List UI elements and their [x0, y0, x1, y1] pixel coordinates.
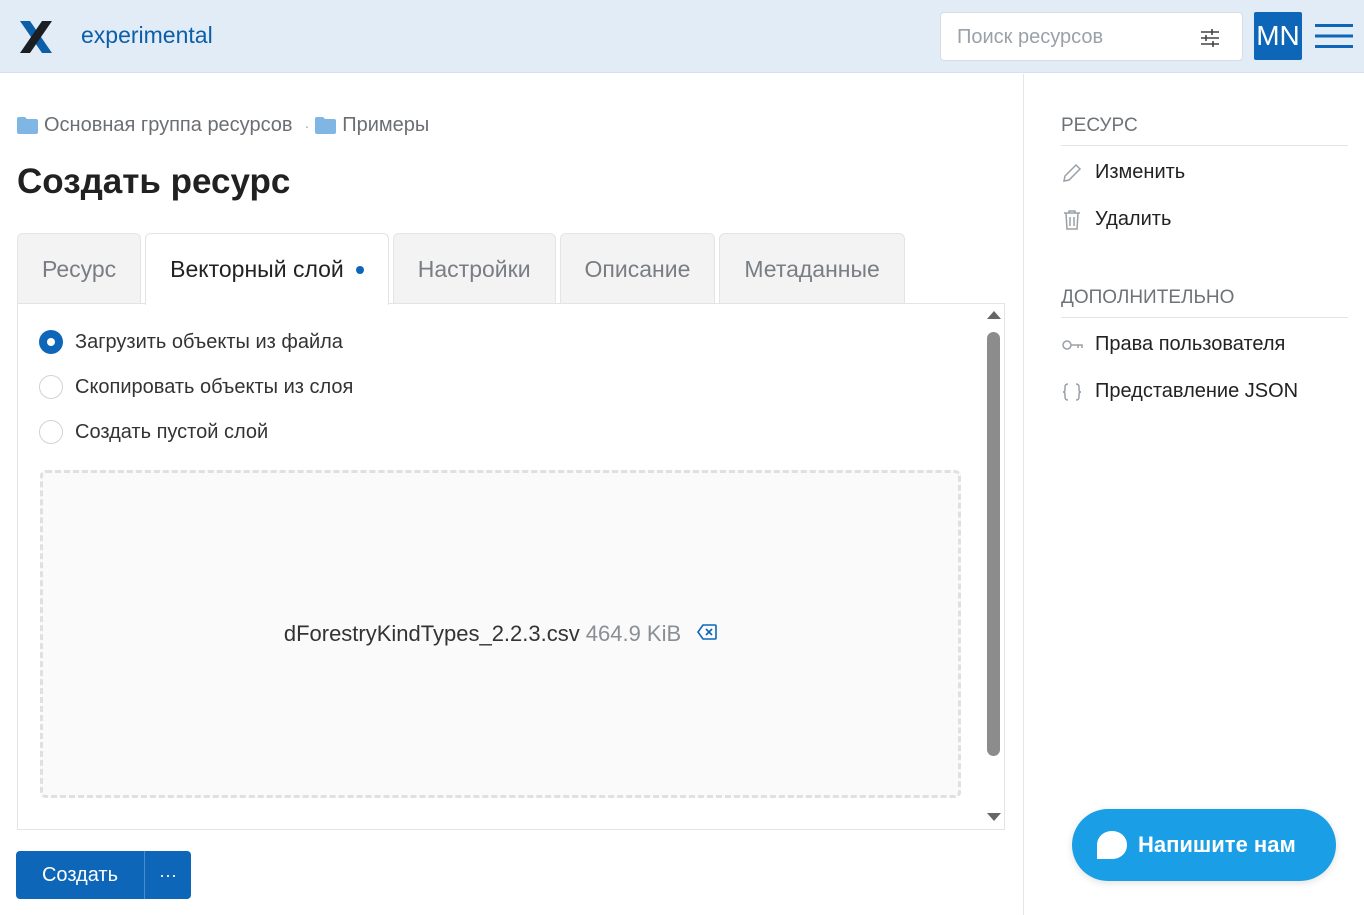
- tab-label: Ресурс: [42, 255, 117, 282]
- scroll-up-arrow-icon[interactable]: [986, 310, 1002, 320]
- breadcrumb-label: Примеры: [342, 114, 430, 136]
- uploaded-file: dForestryKindTypes_2.2.3.csv 464.9 KiB: [284, 621, 717, 647]
- braces-icon: [1062, 382, 1082, 401]
- create-button-group: Создать ···: [16, 851, 191, 899]
- tab-label: Векторный слой: [170, 256, 344, 282]
- breadcrumb-item-main-group[interactable]: Основная группа ресурсов: [17, 114, 293, 137]
- radio-button[interactable]: [39, 330, 63, 354]
- sidebar-item-delete[interactable]: Удалить: [1061, 208, 1171, 231]
- filter-icon[interactable]: [1199, 27, 1221, 49]
- radio-button[interactable]: [39, 420, 63, 444]
- radio-label: Загрузить объекты из файла: [75, 330, 343, 353]
- logo-icon[interactable]: [18, 20, 54, 54]
- trash-icon: [1064, 209, 1080, 230]
- more-options-button[interactable]: ···: [144, 851, 191, 899]
- sidebar-item-label: Изменить: [1095, 161, 1186, 183]
- file-dropzone[interactable]: dForestryKindTypes_2.2.3.csv 464.9 KiB: [40, 470, 961, 798]
- avatar[interactable]: MN: [1254, 12, 1302, 60]
- sidebar-item-edit[interactable]: Изменить: [1061, 161, 1185, 184]
- sidebar-item-json[interactable]: Представление JSON: [1061, 380, 1298, 403]
- pencil-icon: [1063, 163, 1082, 182]
- tab-vector-layer[interactable]: Векторный слой: [145, 233, 389, 305]
- tab-label: Описание: [584, 255, 691, 282]
- tab-metadata[interactable]: Метаданные: [719, 233, 905, 304]
- create-button[interactable]: Создать: [16, 851, 144, 899]
- radio-button[interactable]: [39, 375, 63, 399]
- tab-label: Метаданные: [744, 255, 880, 282]
- page-title: Создать ресурс: [17, 162, 291, 201]
- sidebar-divider: [1023, 74, 1024, 915]
- key-icon: [1062, 339, 1083, 350]
- tab-description[interactable]: Описание: [559, 233, 716, 304]
- file-name: dForestryKindTypes_2.2.3.csv: [283, 621, 580, 646]
- scroll-down-arrow-icon[interactable]: [986, 812, 1002, 822]
- modified-dot-icon: [355, 265, 364, 274]
- radio-copy-from-layer[interactable]: Скопировать объекты из слоя: [39, 375, 353, 399]
- sidebar-item-label: Удалить: [1095, 208, 1172, 230]
- search-box[interactable]: [940, 12, 1243, 61]
- breadcrumb-separator: ·: [304, 117, 310, 134]
- app-name[interactable]: experimental: [81, 22, 213, 49]
- tab-label: Настройки: [417, 255, 531, 282]
- hamburger-menu-icon[interactable]: [1314, 22, 1354, 50]
- sidebar-item-label: Представление JSON: [1095, 380, 1299, 402]
- radio-upload-from-file[interactable]: Загрузить объекты из файла: [39, 330, 343, 354]
- radio-create-empty[interactable]: Создать пустой слой: [39, 420, 268, 444]
- breadcrumb-item-examples[interactable]: Примеры: [315, 114, 429, 137]
- tab-resource[interactable]: Ресурс: [17, 233, 142, 304]
- breadcrumb: Основная группа ресурсов · Примеры: [17, 114, 429, 137]
- file-size: 464.9 KiB: [585, 621, 682, 646]
- sidebar-section-resource: РЕСУРС: [1061, 115, 1348, 146]
- radio-label: Скопировать объекты из слоя: [75, 375, 354, 398]
- breadcrumb-label: Основная группа ресурсов: [44, 114, 293, 136]
- folder-icon: [315, 117, 337, 134]
- sidebar-section-extra: ДОПОЛНИТЕЛЬНО: [1061, 287, 1348, 318]
- app-header: experimental MN: [0, 0, 1364, 73]
- chat-widget-button[interactable]: Напишите нам: [1072, 809, 1336, 881]
- folder-icon: [17, 117, 38, 134]
- sidebar-item-permissions[interactable]: Права пользователя: [1061, 333, 1285, 356]
- chat-label: Напишите нам: [1138, 832, 1296, 857]
- chat-bubble-icon: [1097, 831, 1127, 859]
- remove-file-icon[interactable]: [697, 624, 717, 640]
- scrollbar-thumb[interactable]: [987, 332, 1000, 756]
- sidebar-item-label: Права пользователя: [1095, 333, 1286, 355]
- tab-bar: Ресурс Векторный слой Настройки Описание…: [17, 233, 909, 305]
- tab-settings[interactable]: Настройки: [392, 233, 556, 304]
- search-input[interactable]: [957, 25, 1187, 49]
- radio-label: Создать пустой слой: [75, 420, 269, 443]
- tab-panel: Загрузить объекты из файла Скопировать о…: [17, 303, 1005, 830]
